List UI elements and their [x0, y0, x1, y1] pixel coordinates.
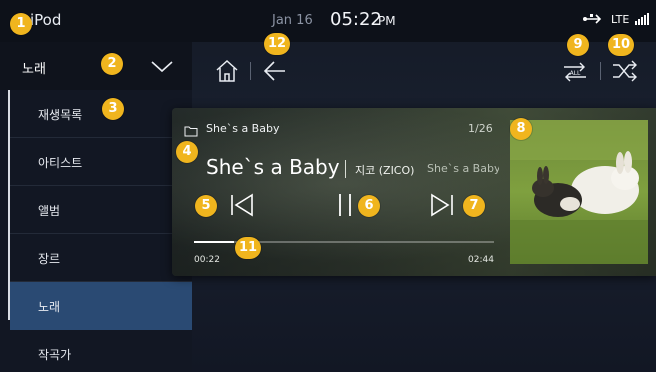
chevron-down-icon: [150, 56, 174, 76]
sidebar-item-playlists[interactable]: 재생목록: [10, 90, 192, 138]
sidebar-item-label: 장르: [38, 252, 61, 266]
sidebar-item-composers[interactable]: 작곡가: [10, 330, 192, 372]
category-label: 노래: [22, 62, 46, 77]
category-dropdown[interactable]: 노래: [0, 42, 192, 90]
callout-1: 1: [10, 13, 32, 35]
back-arrow-icon: [263, 61, 285, 81]
category-menu: 재생목록 아티스트 앨범 장르 노래 작곡가: [10, 90, 192, 372]
signal-icon: [635, 13, 649, 25]
status-bar: iPod Jan 16 05:22 PM LTE: [0, 0, 656, 42]
track-count: 1/26: [468, 122, 493, 135]
previous-button[interactable]: [228, 192, 254, 218]
sidebar-item-label: 노래: [38, 300, 61, 314]
pause-icon: [339, 194, 351, 216]
app-title: iPod: [30, 11, 62, 29]
album-art: [510, 120, 648, 264]
home-icon: [216, 59, 238, 82]
callout-11: 11: [235, 237, 261, 259]
callout-10: 10: [608, 34, 634, 56]
album-name: She`s a Baby: [206, 122, 280, 135]
total-duration: 02:44: [468, 255, 494, 265]
callout-7: 7: [463, 195, 485, 217]
callout-3: 3: [102, 98, 124, 120]
callout-12: 12: [264, 33, 290, 55]
info-divider: [345, 160, 346, 178]
callout-2: 2: [101, 53, 123, 75]
album-subtitle: She`s a Baby: [427, 162, 499, 175]
previous-icon: [231, 193, 253, 217]
repeat-mode-label: ALL: [570, 70, 581, 77]
callout-6: 6: [358, 195, 380, 217]
status-ampm: PM: [378, 14, 396, 28]
repeat-button[interactable]: ALL: [560, 58, 590, 84]
sidebar-item-songs[interactable]: 노래: [10, 282, 192, 330]
toolbar-divider: [250, 62, 251, 80]
sidebar: 노래 재생목록 아티스트 앨범 장르 노래 작곡가: [0, 42, 192, 372]
shuffle-icon: [613, 60, 637, 82]
status-date: Jan 16: [272, 13, 313, 28]
callout-9: 9: [567, 34, 589, 56]
callout-8: 8: [510, 118, 532, 140]
home-button[interactable]: [214, 58, 240, 84]
repeat-all-icon: ALL: [564, 62, 586, 82]
sidebar-item-genres[interactable]: 장르: [10, 234, 192, 282]
artist-name: 지코 (ZICO): [355, 164, 415, 177]
media-screen: iPod Jan 16 05:22 PM LTE 노래 재생목록 아티스트 앨범…: [0, 0, 656, 372]
usb-icon: [582, 12, 604, 30]
toolbar-divider: [600, 62, 601, 80]
sidebar-item-artists[interactable]: 아티스트: [10, 138, 192, 186]
sidebar-item-label: 아티스트: [38, 156, 83, 170]
progress-fill: [194, 241, 235, 243]
elapsed-time: 00:22: [194, 255, 220, 265]
sidebar-item-label: 앨범: [38, 204, 61, 218]
callout-4: 4: [176, 141, 198, 163]
pause-button[interactable]: [332, 192, 358, 218]
sidebar-item-label: 작곡가: [38, 348, 72, 362]
shuffle-button[interactable]: [610, 58, 640, 84]
sidebar-item-label: 재생목록: [38, 108, 83, 122]
next-icon: [431, 193, 453, 217]
song-title: She`s a Baby: [206, 155, 340, 179]
status-time: 05:22: [330, 9, 382, 30]
network-label: LTE: [611, 13, 630, 26]
next-button[interactable]: [430, 192, 456, 218]
back-button[interactable]: [262, 58, 288, 84]
sidebar-item-albums[interactable]: 앨범: [10, 186, 192, 234]
folder-icon: [184, 122, 198, 137]
callout-5: 5: [195, 195, 217, 217]
